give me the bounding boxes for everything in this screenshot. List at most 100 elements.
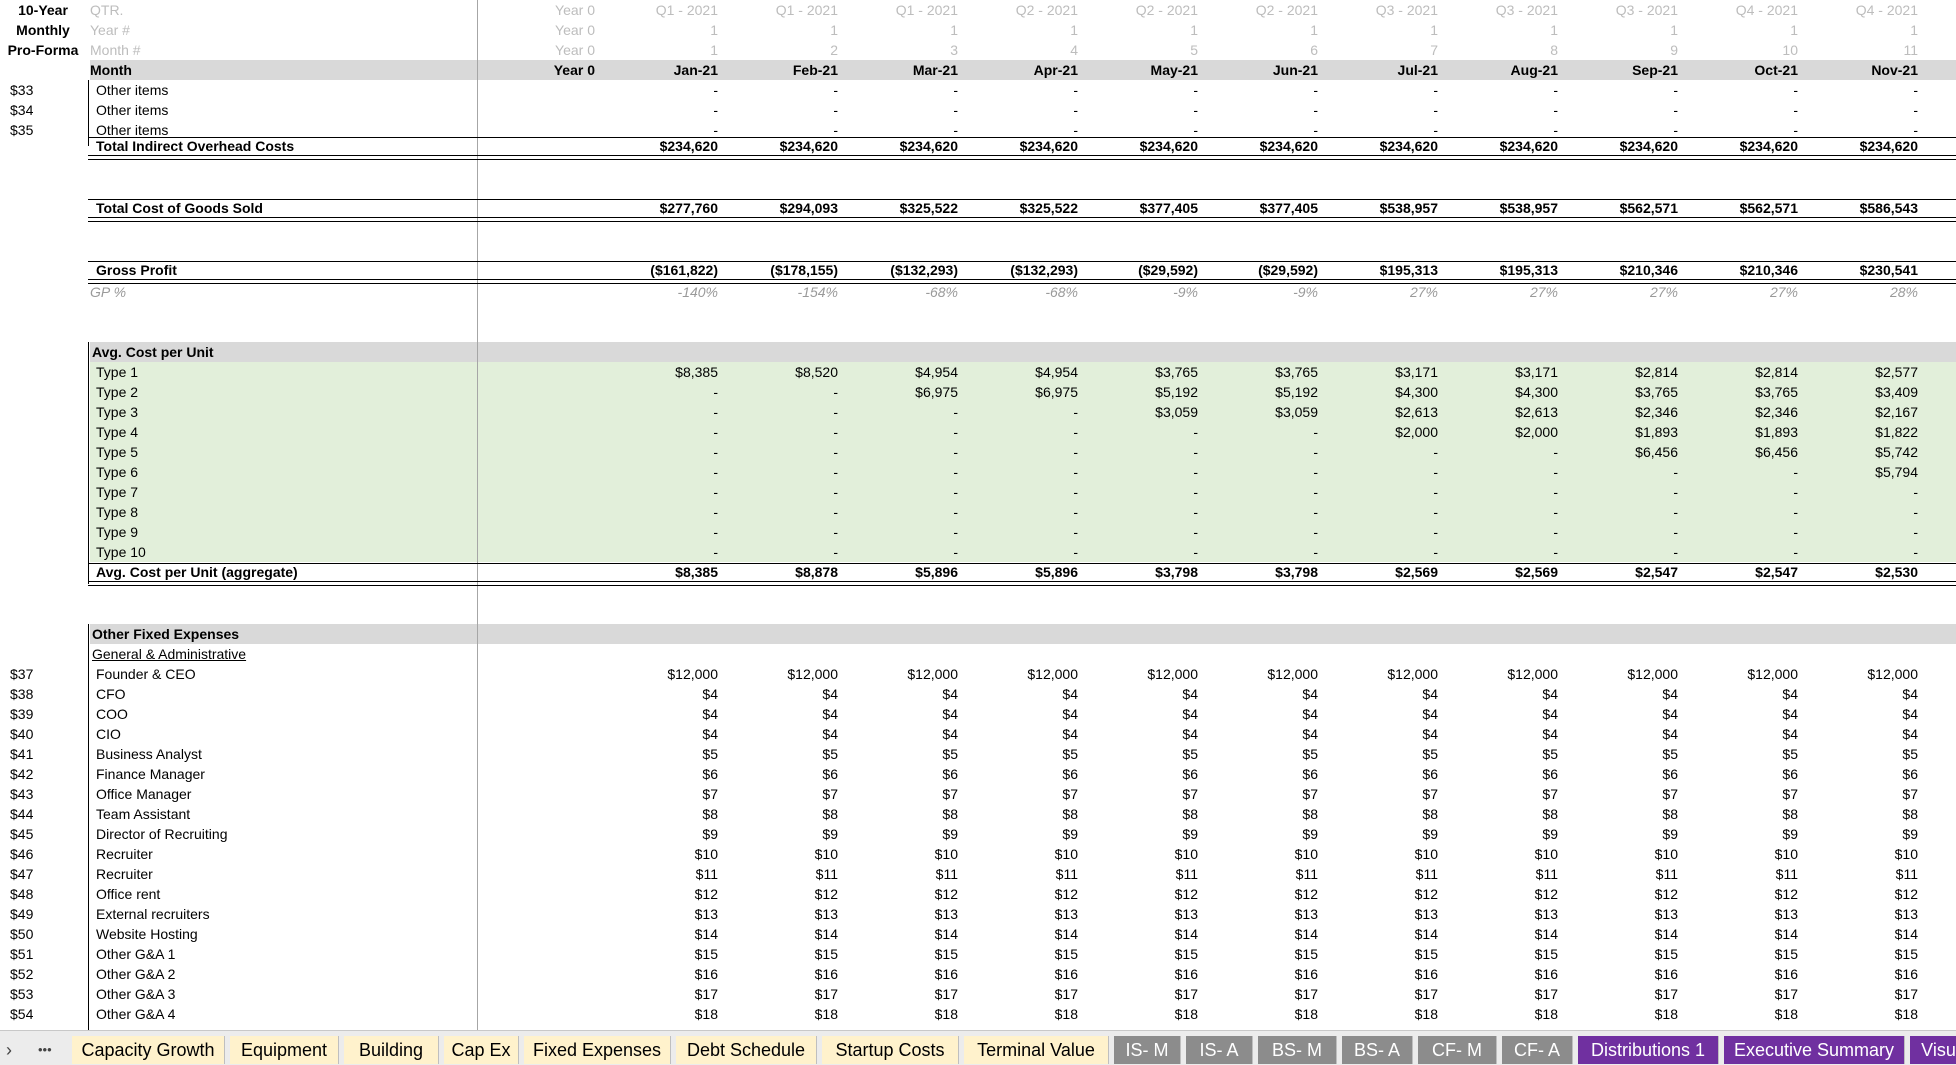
sheet-tab[interactable]: CF- A (1502, 1036, 1573, 1064)
row-ref[interactable]: $49 (10, 904, 70, 924)
value-cell[interactable]: $9 (1568, 824, 1678, 844)
value-cell[interactable]: $15 (728, 944, 838, 964)
value-cell[interactable]: $11 (1448, 864, 1558, 884)
value-cell[interactable]: $8 (608, 804, 718, 824)
header-qtr-cell[interactable]: Q2 - 2021 (1208, 0, 1318, 20)
sheet-tab[interactable]: Building (344, 1036, 439, 1064)
pro-forma-title-line[interactable]: Pro-Forma (0, 40, 86, 60)
value-cell[interactable]: $1,893 (1688, 422, 1798, 442)
value-cell[interactable]: - (1448, 482, 1558, 502)
value-cell[interactable]: - (1688, 502, 1798, 522)
row-label[interactable]: Total Indirect Overhead Costs (96, 136, 456, 156)
value-cell[interactable]: $6 (1088, 764, 1198, 784)
value-cell[interactable]: - (1808, 100, 1918, 120)
value-cell[interactable]: $4 (1328, 724, 1438, 744)
value-cell[interactable]: $17 (1568, 984, 1678, 1004)
value-cell[interactable]: $10 (728, 844, 838, 864)
value-cell[interactable]: $14 (1328, 924, 1438, 944)
total-cell[interactable]: $3,798 (1088, 562, 1198, 582)
total-cell[interactable]: $234,620 (1208, 136, 1318, 156)
percent-cell[interactable]: -140% (608, 282, 718, 302)
value-cell[interactable]: - (728, 522, 838, 542)
percent-cell[interactable]: -9% (1088, 282, 1198, 302)
row-label[interactable]: Type 2 (96, 382, 396, 402)
row-label[interactable]: Type 8 (96, 502, 396, 522)
value-cell[interactable]: - (1568, 482, 1678, 502)
value-cell[interactable]: - (848, 482, 958, 502)
value-cell[interactable]: $4 (1568, 724, 1678, 744)
value-cell[interactable]: - (608, 442, 718, 462)
row-label[interactable]: Office Manager (96, 784, 396, 804)
value-cell[interactable]: $2,000 (1448, 422, 1558, 442)
value-cell[interactable]: $4 (728, 724, 838, 744)
total-cell[interactable]: $5,896 (968, 562, 1078, 582)
value-cell[interactable]: - (728, 80, 838, 100)
value-cell[interactable]: - (1208, 502, 1318, 522)
row-label[interactable]: Business Analyst (96, 744, 396, 764)
value-cell[interactable]: $8 (968, 804, 1078, 824)
value-cell[interactable]: - (728, 462, 838, 482)
value-cell[interactable]: - (848, 80, 958, 100)
value-cell[interactable]: $17 (1688, 984, 1798, 1004)
row-ref[interactable]: $51 (10, 944, 70, 964)
value-cell[interactable]: $12,000 (848, 664, 958, 684)
value-cell[interactable]: - (1688, 462, 1798, 482)
sheet-tab[interactable]: BS- A (1342, 1036, 1413, 1064)
value-cell[interactable]: - (1088, 100, 1198, 120)
value-cell[interactable]: - (848, 462, 958, 482)
value-cell[interactable]: $4 (1808, 724, 1918, 744)
row-label[interactable]: Type 4 (96, 422, 396, 442)
value-cell[interactable]: - (968, 502, 1078, 522)
value-cell[interactable]: - (1088, 80, 1198, 100)
header-qtr-cell[interactable]: Q2 - 2021 (968, 0, 1078, 20)
row-label[interactable]: Gross Profit (96, 260, 456, 280)
section-title[interactable]: Avg. Cost per Unit (92, 342, 392, 362)
header-year-cell[interactable]: 1 (1088, 20, 1198, 40)
value-cell[interactable]: - (1448, 462, 1558, 482)
row-ref[interactable]: $46 (10, 844, 70, 864)
value-cell[interactable]: $16 (608, 964, 718, 984)
value-cell[interactable]: - (1808, 522, 1918, 542)
header-month-cell[interactable]: Apr-21 (968, 60, 1078, 80)
value-cell[interactable]: $7 (968, 784, 1078, 804)
total-cell[interactable]: $294,093 (728, 198, 838, 218)
header-month_num-cell[interactable]: 11 (1808, 40, 1918, 60)
sheet-tab[interactable]: Distributions 1 (1578, 1036, 1719, 1064)
value-cell[interactable]: $4 (1448, 724, 1558, 744)
total-cell[interactable]: $234,620 (728, 136, 838, 156)
row-ref[interactable]: $45 (10, 824, 70, 844)
value-cell[interactable]: - (1088, 522, 1198, 542)
value-cell[interactable]: - (608, 482, 718, 502)
row-label[interactable]: Total Cost of Goods Sold (96, 198, 456, 218)
value-cell[interactable]: $8 (1208, 804, 1318, 824)
value-cell[interactable]: $16 (728, 964, 838, 984)
value-cell[interactable]: $4 (1448, 704, 1558, 724)
value-cell[interactable]: $15 (848, 944, 958, 964)
value-cell[interactable]: $17 (1328, 984, 1438, 1004)
value-cell[interactable]: $13 (1448, 904, 1558, 924)
sheet-tab[interactable]: CF- M (1418, 1036, 1497, 1064)
value-cell[interactable]: $4 (1448, 684, 1558, 704)
value-cell[interactable]: $13 (608, 904, 718, 924)
value-cell[interactable]: - (608, 100, 718, 120)
value-cell[interactable]: $10 (848, 844, 958, 864)
header-month_num-cell[interactable]: 7 (1328, 40, 1438, 60)
value-cell[interactable]: $10 (1808, 844, 1918, 864)
sheet-tab[interactable]: IS- A (1186, 1036, 1253, 1064)
value-cell[interactable]: $4 (848, 724, 958, 744)
value-cell[interactable]: - (848, 402, 958, 422)
value-cell[interactable]: - (1448, 542, 1558, 562)
value-cell[interactable]: $4 (608, 684, 718, 704)
row-label[interactable]: Type 7 (96, 482, 396, 502)
value-cell[interactable]: $14 (1568, 924, 1678, 944)
total-cell[interactable]: $195,313 (1328, 260, 1438, 280)
value-cell[interactable]: $11 (1088, 864, 1198, 884)
value-cell[interactable]: $4 (968, 684, 1078, 704)
header-qtr-cell[interactable]: Q4 - 2021 (1808, 0, 1918, 20)
total-cell[interactable]: $377,405 (1088, 198, 1198, 218)
value-cell[interactable]: - (728, 402, 838, 422)
value-cell[interactable]: $5 (968, 744, 1078, 764)
value-cell[interactable]: $2,577 (1808, 362, 1918, 382)
value-cell[interactable]: $17 (608, 984, 718, 1004)
value-cell[interactable]: $5 (1328, 744, 1438, 764)
